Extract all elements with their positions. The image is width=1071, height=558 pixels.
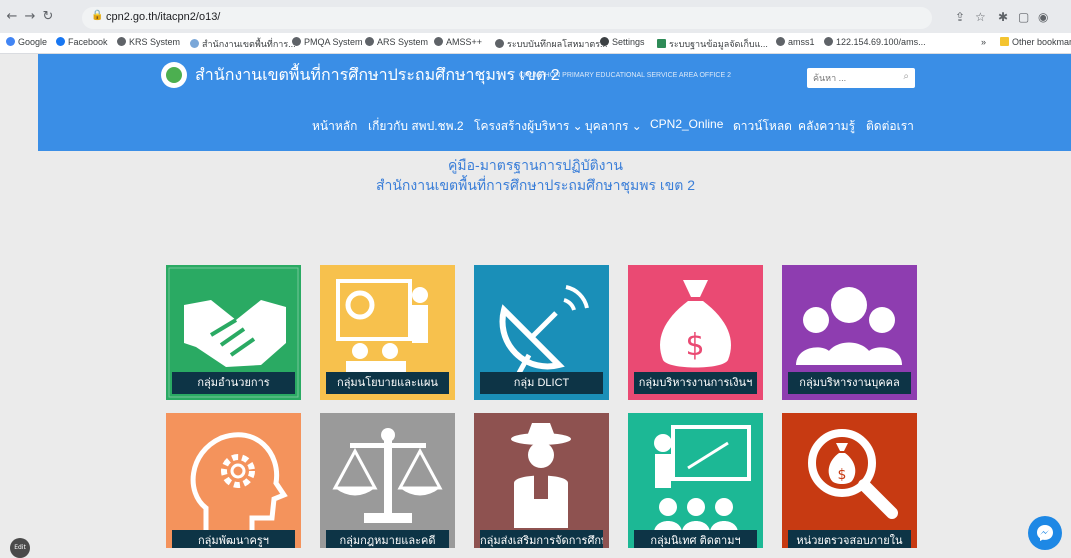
bookmark-obec[interactable]: สำนักงานเขตพื้นที่การ... xyxy=(190,37,296,51)
nav-download[interactable]: ดาวน์โหลด xyxy=(733,117,792,136)
bookmark-ip[interactable]: 122.154.69.100/ams... xyxy=(824,37,926,47)
globe-icon xyxy=(117,37,126,46)
scout-icon xyxy=(474,413,609,548)
teacher-board-icon xyxy=(628,413,763,548)
url-text: cpn2.go.th/itacpn2/o13/ xyxy=(106,11,221,23)
nav-cpn2-online[interactable]: CPN2_Online xyxy=(650,117,723,131)
tile-policy-plan[interactable]: กลุ่มนโยบายและแผน xyxy=(320,265,455,400)
forward-icon[interactable]: → xyxy=(22,9,38,25)
site-icon xyxy=(657,39,666,48)
bookmark-facebook[interactable]: Facebook xyxy=(56,37,108,47)
nav-personnel[interactable]: บุคลากร ⌄ xyxy=(585,117,642,136)
scales-icon xyxy=(320,413,455,548)
bookmark-amss1[interactable]: amss1 xyxy=(776,37,815,47)
tile-label: กลุ่มนโยบายและแผน xyxy=(326,372,449,394)
tile-label: กลุ่มส่งเสริมการจัดการศึกษา xyxy=(480,530,603,548)
star-icon[interactable]: ☆ xyxy=(975,10,986,24)
profile-icon[interactable]: ◉ xyxy=(1038,10,1048,24)
globe-icon xyxy=(776,37,785,46)
gear-icon xyxy=(600,37,609,46)
folder-icon xyxy=(1000,37,1009,46)
tile-label: กลุ่มพัฒนาครูฯ xyxy=(172,530,295,548)
google-icon xyxy=(6,37,15,46)
tile-label: หน่วยตรวจสอบภายใน xyxy=(788,530,911,548)
tile-label: กลุ่มบริหารงานการเงินฯ xyxy=(634,372,757,394)
bookmark-google[interactable]: Google xyxy=(6,37,47,47)
bookmark-record[interactable]: ระบบบันทึกผลโสหมาตร... xyxy=(495,37,608,51)
tile-law[interactable]: กลุ่มกฎหมายและคดี xyxy=(320,413,455,548)
globe-icon xyxy=(495,39,504,48)
nav-home[interactable]: หน้าหลัก xyxy=(312,117,357,136)
reload-icon[interactable]: ↻ xyxy=(40,9,56,25)
nav-contact[interactable]: ติดต่อเรา xyxy=(866,117,914,136)
page-title: คู่มือ-มาตรฐานการปฏิบัติงาน xyxy=(448,157,623,173)
magnifier-money-icon: $ xyxy=(782,413,917,548)
globe-icon xyxy=(292,37,301,46)
search-input[interactable] xyxy=(807,68,899,88)
bookmark-amss[interactable]: AMSS++ xyxy=(434,37,482,47)
messenger-icon xyxy=(1037,525,1053,541)
extensions-icon[interactable]: ✱ xyxy=(998,10,1008,24)
tile-administration[interactable]: กลุ่มอำนวยการ xyxy=(166,265,301,400)
bookmark-ars[interactable]: ARS System xyxy=(365,37,428,47)
globe-icon xyxy=(365,37,374,46)
edit-button[interactable]: Edit xyxy=(10,538,30,558)
bookmark-settings[interactable]: Settings xyxy=(600,37,645,47)
messenger-chat-button[interactable] xyxy=(1028,516,1062,550)
tile-label: กลุ่มกฎหมายและคดี xyxy=(326,530,449,548)
globe-icon xyxy=(824,37,833,46)
tile-label: กลุ่มนิเทศ ติดตามฯ xyxy=(634,530,757,548)
svg-text:$: $ xyxy=(838,467,847,483)
search-icon[interactable]: ⌕ xyxy=(903,71,909,82)
svg-text:$: $ xyxy=(685,328,704,363)
tile-teacher-development[interactable]: กลุ่มพัฒนาครูฯ xyxy=(166,413,301,548)
bookmark-krs[interactable]: KRS System xyxy=(117,37,180,47)
tile-label: กลุ่ม DLICT xyxy=(480,372,603,394)
nav-knowledge[interactable]: คลังความรู้ xyxy=(798,117,855,136)
tile-finance[interactable]: $ กลุ่มบริหารงานการเงินฯ xyxy=(628,265,763,400)
window-icon[interactable]: ▢ xyxy=(1018,10,1029,24)
share-icon[interactable]: ⇪ xyxy=(955,10,965,24)
bookmarks-overflow[interactable]: » xyxy=(981,37,986,47)
site-subtitle: CHUMPHON PRIMARY EDUCATIONAL SERVICE ARE… xyxy=(519,72,731,79)
tile-dlict[interactable]: กลุ่ม DLICT xyxy=(474,265,609,400)
site-logo[interactable] xyxy=(161,62,187,88)
globe-icon xyxy=(434,37,443,46)
facebook-icon xyxy=(56,37,65,46)
lock-icon: 🔒 xyxy=(91,10,104,21)
address-bar[interactable]: 🔒 cpn2.go.th/itacpn2/o13/ xyxy=(82,7,932,29)
tile-supervision[interactable]: กลุ่มนิเทศ ติดตามฯ xyxy=(628,413,763,548)
browser-toolbar: ← → ↻ 🔒 cpn2.go.th/itacpn2/o13/ ⇪ ☆ ✱ ▢ … xyxy=(0,0,1071,33)
tile-label: กลุ่มบริหารงานบุคคล xyxy=(788,372,911,394)
site-header: สำนักงานเขตพื้นที่การศึกษาประถมศึกษาชุมพ… xyxy=(38,54,1071,151)
page-subtitle: สำนักงานเขตพื้นที่การศึกษาประถมศึกษาชุมพ… xyxy=(375,177,696,193)
nav-structure[interactable]: โครงสร้างผู้บริหาร ⌄ xyxy=(474,117,583,136)
search-box: ⌕ xyxy=(807,68,915,88)
tile-label: กลุ่มอำนวยการ xyxy=(172,372,295,394)
bookmark-database[interactable]: ระบบฐานข้อมูลจัดเก็บแ... xyxy=(657,37,768,51)
site-title[interactable]: สำนักงานเขตพื้นที่การศึกษาประถมศึกษาชุมพ… xyxy=(195,63,560,88)
tile-internal-audit[interactable]: $ หน่วยตรวจสอบภายใน xyxy=(782,413,917,548)
tile-education-promotion[interactable]: กลุ่มส่งเสริมการจัดการศึกษา xyxy=(474,413,609,548)
head-gear-icon xyxy=(166,413,301,548)
bookmark-pmqa[interactable]: PMQA System xyxy=(292,37,363,47)
tile-personnel[interactable]: กลุ่มบริหารงานบุคคล xyxy=(782,265,917,400)
bookmarks-bar: Google Facebook KRS System สำนักงานเขตพื… xyxy=(0,33,1071,54)
back-icon[interactable]: ← xyxy=(4,9,20,25)
bookmark-other[interactable]: Other bookmarks xyxy=(1000,37,1071,47)
site-icon xyxy=(190,39,199,48)
nav-about[interactable]: เกี่ยวกับ สพป.ชพ.2 xyxy=(368,117,464,136)
